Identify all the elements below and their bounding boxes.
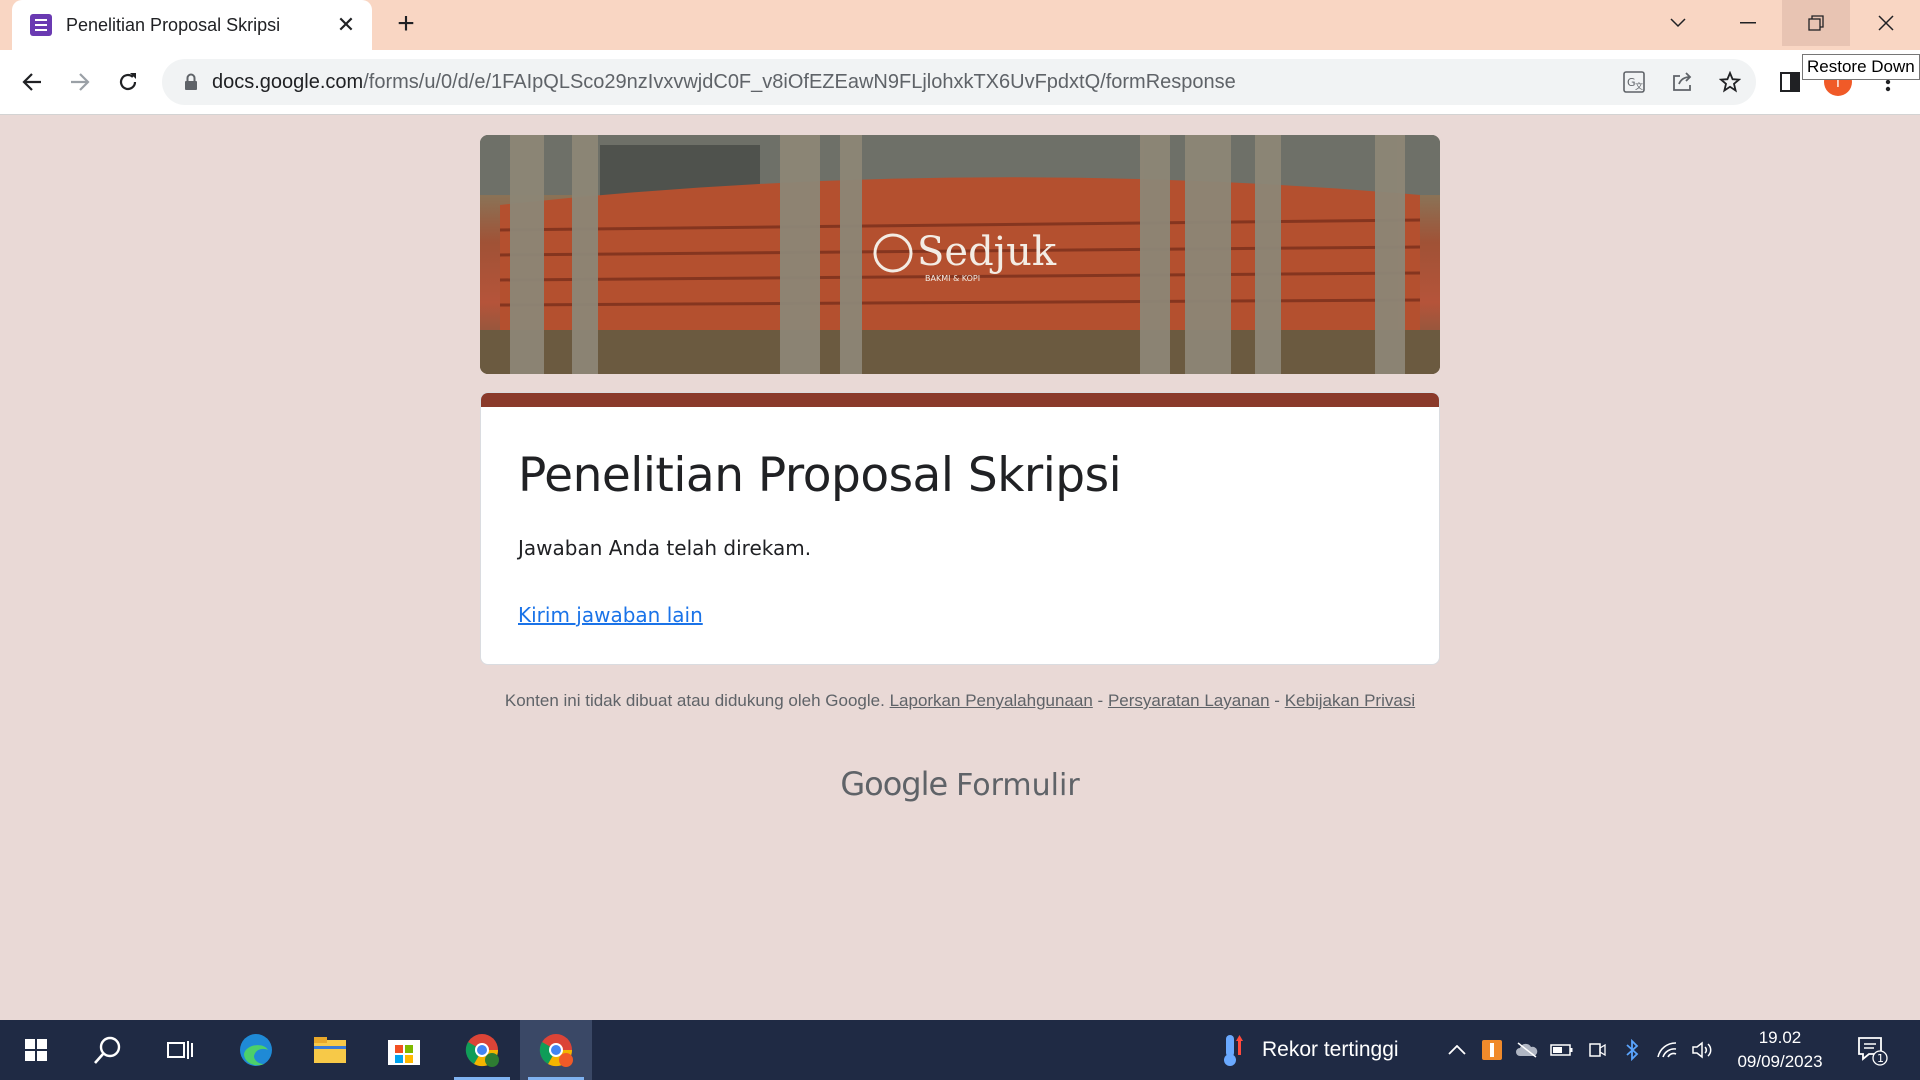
- tab-search-chevron-icon[interactable]: [1644, 0, 1712, 46]
- task-view-icon[interactable]: [144, 1020, 216, 1080]
- translate-icon[interactable]: G文: [1622, 70, 1646, 94]
- show-hidden-icons-chevron-icon[interactable]: [1445, 1038, 1469, 1062]
- minimize-icon[interactable]: [1714, 0, 1782, 46]
- url-host: docs.google.com: [212, 71, 364, 93]
- google-forms-logo[interactable]: Google Formulir: [480, 765, 1440, 803]
- lock-icon[interactable]: [184, 73, 198, 96]
- separator: -: [1274, 691, 1280, 710]
- wifi-icon[interactable]: [1655, 1038, 1679, 1062]
- form-title: Penelitian Proposal Skripsi: [518, 448, 1122, 503]
- notification-center-icon[interactable]: 1: [1856, 1034, 1888, 1066]
- separator: -: [1097, 691, 1104, 710]
- browser-titlebar: Penelitian Proposal Skripsi ✕ +: [0, 0, 1920, 50]
- disclaimer-text: Konten ini tidak dibuat atau didukung ol…: [504, 691, 885, 710]
- weather-text: Rekor tertinggi: [1262, 1038, 1399, 1061]
- start-windows-icon[interactable]: [0, 1020, 72, 1080]
- file-explorer-icon[interactable]: [294, 1020, 366, 1080]
- new-tab-plus-icon[interactable]: +: [390, 9, 422, 41]
- clock-date: 09/09/2023: [1737, 1052, 1823, 1071]
- confirmation-message: Jawaban Anda telah direkam.: [518, 536, 812, 560]
- restore-down-tooltip: Restore Down: [1802, 54, 1920, 80]
- browser-tab-active[interactable]: Penelitian Proposal Skripsi ✕: [12, 0, 372, 50]
- chrome-profile-h-icon[interactable]: [446, 1020, 518, 1080]
- forward-arrow-icon[interactable]: [64, 66, 96, 98]
- thermometer-icon: [1224, 1035, 1243, 1066]
- onedrive-offline-icon[interactable]: [1515, 1038, 1539, 1062]
- card-accent-bar: [481, 393, 1439, 407]
- bluetooth-icon[interactable]: [1620, 1038, 1644, 1062]
- footer-disclaimer: Konten ini tidak dibuat atau didukung ol…: [480, 690, 1440, 712]
- report-abuse-link[interactable]: Laporkan Penyalahgunaan: [890, 691, 1093, 710]
- notification-count: 1: [1877, 1052, 1884, 1065]
- back-arrow-icon[interactable]: [16, 66, 48, 98]
- microsoft-store-icon[interactable]: [368, 1020, 440, 1080]
- privacy-policy-link[interactable]: Kebijakan Privasi: [1285, 691, 1415, 710]
- tab-title: Penelitian Proposal Skripsi: [66, 14, 281, 35]
- edge-browser-icon[interactable]: [220, 1020, 292, 1080]
- google-forms-icon: [30, 14, 52, 36]
- device-camera-icon[interactable]: [1585, 1038, 1609, 1062]
- logo-google-text: Google: [840, 765, 948, 803]
- system-clock[interactable]: 19.02 09/09/2023: [1730, 1026, 1830, 1074]
- logo-product-text: Formulir: [956, 768, 1080, 803]
- close-window-icon[interactable]: [1852, 0, 1920, 46]
- weather-widget[interactable]: Rekor tertinggi: [1220, 1020, 1399, 1080]
- form-header-banner-image: Sedjuk BAKMI & KOPI: [480, 135, 1440, 374]
- address-bar[interactable]: docs.google.com/forms/u/0/d/e/1FAIpQLSco…: [162, 59, 1756, 105]
- url-path: /forms/u/0/d/e/1FAIpQLSco29nzIvxvwjdC0F_…: [363, 71, 1236, 93]
- submit-another-response-link[interactable]: Kirim jawaban lain: [518, 603, 703, 627]
- office-app-tray-icon[interactable]: [1480, 1038, 1504, 1062]
- form-confirmation-card: Penelitian Proposal Skripsi Jawaban Anda…: [480, 392, 1440, 665]
- reload-icon[interactable]: [112, 66, 144, 98]
- url-text[interactable]: docs.google.com/forms/u/0/d/e/1FAIpQLSco…: [212, 71, 1236, 94]
- bookmark-star-icon[interactable]: [1718, 70, 1742, 94]
- svg-text:文: 文: [1635, 81, 1643, 91]
- windows-taskbar: Rekor tertinggi 19.02 09/09/2023 1: [0, 1020, 1920, 1080]
- search-icon[interactable]: [72, 1020, 144, 1080]
- share-icon[interactable]: [1670, 70, 1694, 94]
- terms-of-service-link[interactable]: Persyaratan Layanan: [1108, 691, 1270, 710]
- battery-icon[interactable]: [1550, 1038, 1574, 1062]
- restore-down-icon[interactable]: [1782, 0, 1850, 46]
- banner-logo-text: Sedjuk: [917, 229, 1057, 275]
- tab-close-icon[interactable]: ✕: [334, 12, 358, 38]
- chrome-profile-active-icon[interactable]: [520, 1020, 592, 1080]
- clock-time: 19.02: [1758, 1028, 1802, 1047]
- volume-icon[interactable]: [1690, 1038, 1714, 1062]
- banner-logo-subtext: BAKMI & KOPI: [925, 274, 980, 283]
- browser-toolbar: docs.google.com/forms/u/0/d/e/1FAIpQLSco…: [0, 50, 1920, 115]
